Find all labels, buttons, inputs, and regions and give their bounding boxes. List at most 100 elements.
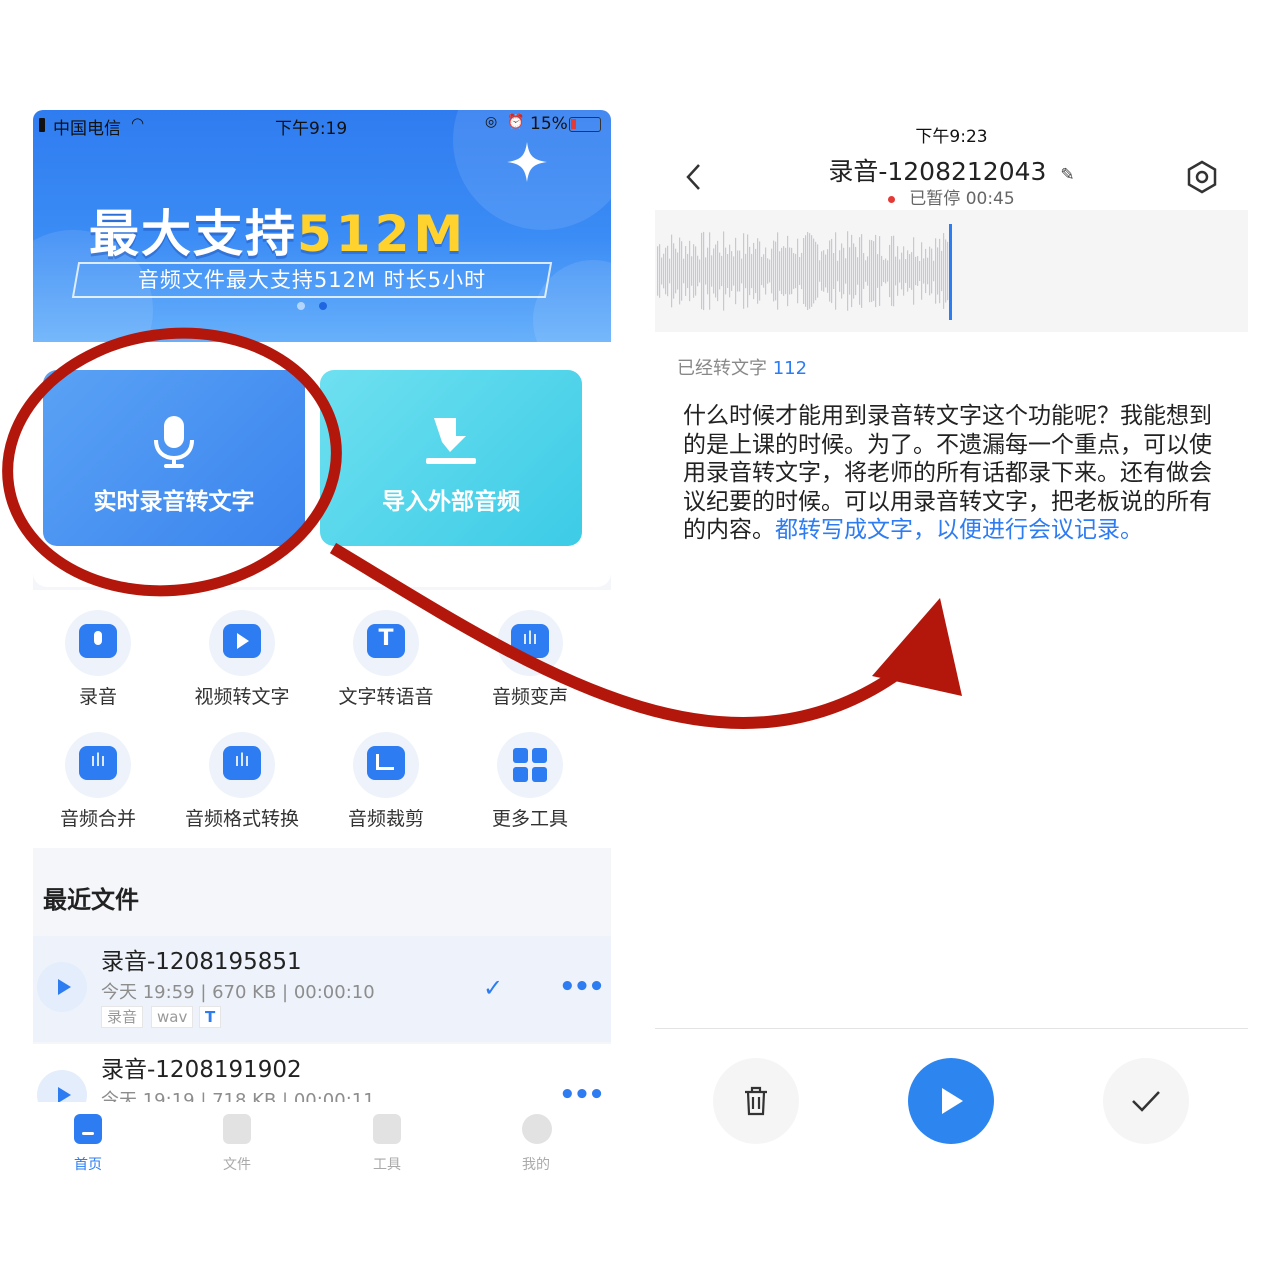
waveform-bar	[899, 259, 901, 283]
waveform-bar	[665, 247, 667, 295]
tab-label: 我的	[522, 1157, 550, 1173]
tool-voice-changer[interactable]: ılı 音频变声	[465, 610, 595, 720]
more-icon[interactable]: •••	[559, 972, 605, 1002]
waveform-bar	[933, 260, 935, 282]
waveform-bar	[781, 247, 783, 295]
carousel-dot[interactable]	[297, 302, 305, 310]
waveform-bar	[739, 250, 741, 292]
waveform-bar	[671, 234, 673, 308]
tool-video-to-text[interactable]: 视频转文字	[177, 610, 307, 720]
transcribed-tag: T	[199, 1006, 222, 1028]
waveform-bar	[771, 248, 773, 294]
waveform-bar	[769, 259, 771, 283]
delete-button[interactable]	[713, 1058, 799, 1144]
waveform-bar	[767, 258, 769, 284]
waveform-bar	[923, 258, 925, 284]
waveform-bar	[831, 238, 833, 304]
waveform-bar	[877, 254, 879, 288]
tool-label: 音频格式转换	[184, 808, 299, 830]
play-button[interactable]	[908, 1058, 994, 1144]
tool-more[interactable]: 更多工具	[465, 732, 595, 842]
waveform-bar	[835, 232, 837, 310]
waveform-bar	[719, 252, 721, 290]
transcript-text[interactable]: 什么时候才能用到录音转文字这个功能呢？我能想到的是上课的时候。为了。不遗漏每一个…	[683, 402, 1223, 545]
banner-subtitle-box: 音频文件最大支持512M 时长5小时	[71, 262, 553, 298]
waveform-bar	[807, 231, 809, 311]
waveform-bar	[895, 256, 897, 286]
waveform-bar	[833, 252, 835, 290]
settings-icon[interactable]	[1185, 160, 1219, 194]
waveform-bar	[825, 254, 827, 288]
tool-format-convert[interactable]: ılı 音频格式转换	[177, 732, 307, 842]
text-icon: T	[353, 610, 419, 676]
voice-change-icon: ılı	[497, 610, 563, 676]
waveform-bar	[763, 254, 765, 288]
file-icon	[223, 1114, 251, 1144]
crop-icon	[353, 732, 419, 798]
waveform-bar	[885, 258, 887, 284]
waveform-bar	[891, 236, 893, 306]
play-icon[interactable]	[37, 1070, 87, 1102]
waveform-bar	[789, 247, 791, 295]
promo-banner[interactable]: 中国电信 ◠ 下午9:19 ◎ ⏰ 15% 最大支持512M 音频文件最大支持5…	[33, 110, 611, 342]
transcribed-count-value: 112	[772, 358, 808, 379]
waveform-bar	[727, 254, 729, 288]
waveform-bar	[917, 256, 919, 286]
waveform-bar	[869, 239, 871, 303]
waveform-bar	[725, 247, 727, 295]
waveform-bar	[697, 255, 699, 287]
waveform-bar	[821, 251, 823, 291]
waveform-bar	[775, 241, 777, 301]
waveform-bar	[847, 231, 849, 311]
waveform-bar	[879, 236, 881, 306]
tab-tools[interactable]: 工具	[337, 1112, 437, 1182]
import-audio-button[interactable]: 导入外部音频	[320, 370, 582, 546]
tool-audio-trim[interactable]: 音频裁剪	[321, 732, 451, 842]
waveform-bar	[925, 248, 927, 294]
confirm-button[interactable]	[1103, 1058, 1189, 1144]
waveform-bar	[871, 240, 873, 302]
waveform-bar	[853, 243, 855, 299]
waveform-bar	[867, 256, 869, 286]
tab-label: 工具	[373, 1157, 401, 1173]
check-icon	[1132, 1091, 1160, 1112]
waveform-bar	[765, 247, 767, 295]
waveform-bar	[793, 253, 795, 289]
waveform-bar	[729, 244, 731, 298]
waveform-bar	[909, 254, 911, 288]
waveform-bar	[903, 246, 905, 296]
waveform-bar	[743, 233, 745, 309]
edit-icon[interactable]: ✎	[1060, 165, 1074, 185]
merge-icon: ılı	[65, 732, 131, 798]
carousel-dot-active[interactable]	[319, 302, 327, 310]
recording-title: 录音-1208212043 ✎	[828, 157, 1075, 186]
file-row[interactable]: 录音-1208191902 今天 19:19 | 718 KB | 00:00:…	[33, 1044, 611, 1102]
playhead[interactable]	[949, 224, 952, 320]
waveform-bar	[897, 246, 899, 296]
tool-record[interactable]: 录音	[33, 610, 163, 720]
tab-home[interactable]: 首页	[38, 1112, 138, 1182]
waveform-bar	[819, 260, 821, 282]
tool-text-to-speech[interactable]: T 文字转语音	[321, 610, 451, 720]
play-icon[interactable]	[37, 962, 87, 1012]
bottom-tab-bar: 首页 文件 工具 我的	[33, 1102, 611, 1190]
tab-files[interactable]: 文件	[187, 1112, 287, 1182]
waveform-bar	[791, 247, 793, 295]
waveform-bar	[687, 253, 689, 289]
realtime-record-label: 实时录音转文字	[93, 489, 255, 515]
recording-screen: 下午9:23 录音-1208212043 ✎ 已暂停 00:45 已经转文字 1…	[655, 110, 1248, 1190]
waveform-bar	[809, 233, 811, 309]
waveform-bar	[939, 238, 941, 304]
audio-waveform[interactable]	[655, 210, 1248, 332]
tab-profile[interactable]: 我的	[486, 1112, 586, 1182]
waveform-bar	[785, 247, 787, 295]
battery-icon	[569, 117, 601, 132]
tool-audio-merge[interactable]: ılı 音频合并	[33, 732, 163, 842]
more-icon[interactable]: •••	[559, 1080, 605, 1102]
waveform-bar	[691, 256, 693, 286]
waveform-bar	[861, 234, 863, 308]
waveform-bar	[715, 244, 717, 298]
file-row[interactable]: 录音-1208195851 今天 19:59 | 670 KB | 00:00:…	[33, 936, 611, 1042]
file-name: 录音-1208191902	[101, 1057, 302, 1083]
realtime-record-button[interactable]: 实时录音转文字	[43, 370, 305, 546]
